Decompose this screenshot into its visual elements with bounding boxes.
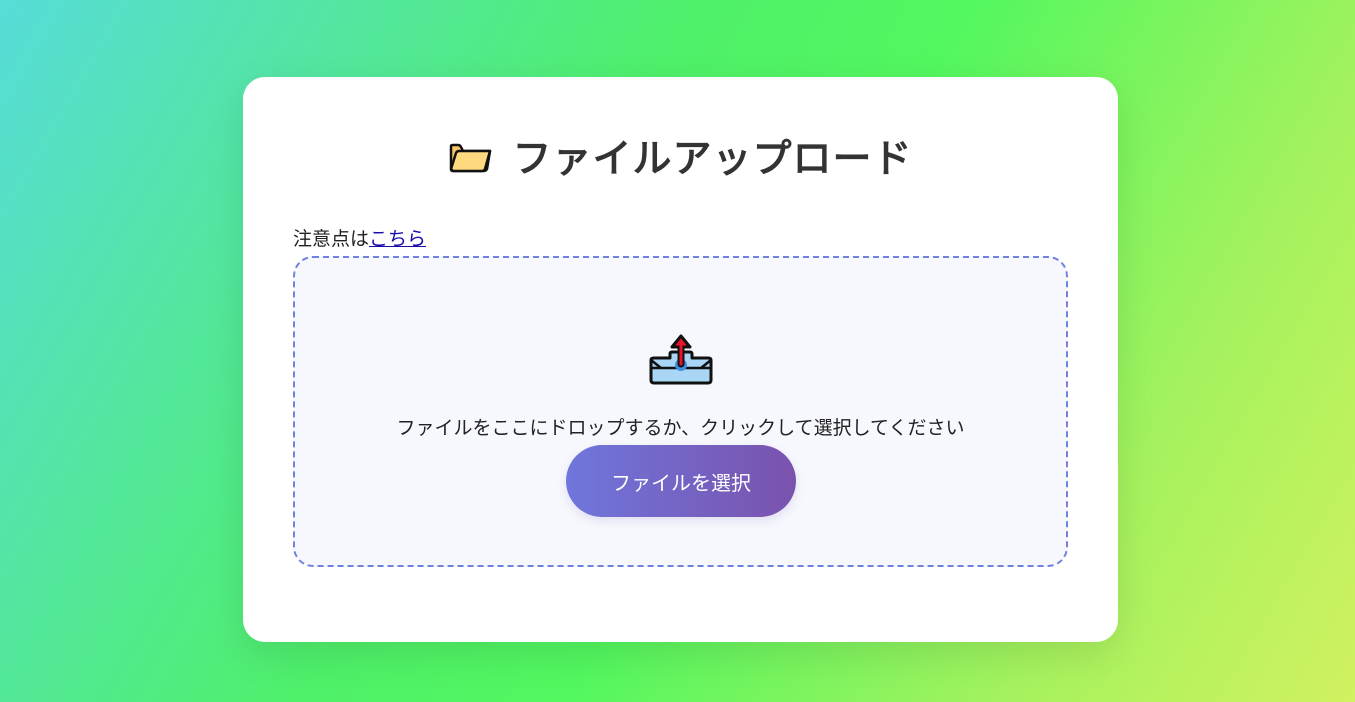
file-drop-zone[interactable]: ファイルをここにドロップするか、クリックして選択してください ファイルを選択 [293,256,1068,567]
page-title: ファイルアップロード [512,137,913,182]
upload-card: ファイルアップロード 注意点はこちら ファイルをここにドロップするか、クリックし… [243,77,1118,642]
notice-prefix: 注意点は [293,228,370,250]
notice-text: 注意点はこちら [293,227,426,251]
select-file-button[interactable]: ファイルを選択 [566,445,796,517]
title-row: ファイルアップロード [243,129,1118,183]
drop-instruction: ファイルをここにドロップするか、クリックして選択してください [396,417,965,439]
folder-icon [450,143,492,173]
upload-tray-icon [649,334,713,385]
notice-link[interactable]: こちら [369,228,426,250]
